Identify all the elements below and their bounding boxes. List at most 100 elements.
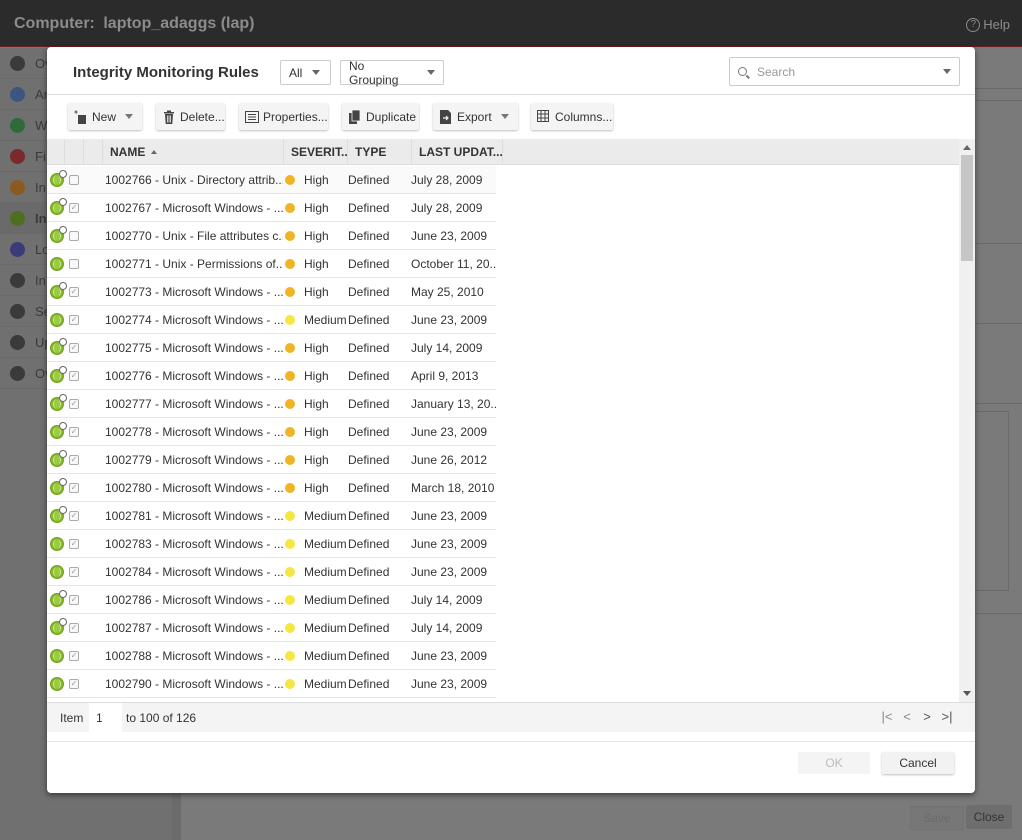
rule-last-updated: April 9, 2013: [411, 369, 479, 383]
properties-button[interactable]: Properties...: [239, 103, 328, 130]
rule-type: Defined: [348, 453, 390, 467]
search-placeholder[interactable]: Search: [757, 65, 933, 79]
row-checkbox[interactable]: ✓: [69, 427, 79, 437]
header-last-updated[interactable]: LAST UPDAT...: [412, 139, 503, 165]
row-checkbox[interactable]: ✓: [69, 623, 79, 633]
columns-button[interactable]: Columns...: [531, 103, 613, 130]
scroll-up-icon[interactable]: [963, 145, 971, 150]
ok-button[interactable]: OK: [798, 752, 870, 774]
duplicate-label: Duplicate: [366, 109, 417, 124]
background-save-button[interactable]: Save: [910, 806, 964, 830]
row-checkbox[interactable]: [69, 231, 79, 241]
grouping-dropdown[interactable]: No Grouping: [340, 59, 444, 87]
row-checkbox[interactable]: ✓: [69, 315, 79, 325]
rule-name: 1002787 - Microsoft Windows - ...: [105, 621, 283, 635]
scroll-down-icon[interactable]: [963, 691, 971, 696]
background-close-button[interactable]: Close: [966, 805, 1012, 829]
row-checkbox[interactable]: [69, 175, 79, 185]
rule-severity: Medium: [285, 306, 349, 334]
row-checkbox[interactable]: ✓: [69, 399, 79, 409]
table-row[interactable]: ✓ 1002777 - Microsoft Windows - ... High De…: [47, 390, 497, 418]
row-checkbox[interactable]: ✓: [69, 343, 79, 353]
header-type[interactable]: TYPE: [348, 139, 412, 165]
page-item-input[interactable]: [89, 703, 122, 733]
vertical-scrollbar[interactable]: [959, 139, 975, 702]
row-checkbox[interactable]: ✓: [69, 595, 79, 605]
row-checkbox[interactable]: ✓: [69, 679, 79, 689]
header-severity[interactable]: SEVERIT...: [284, 139, 348, 165]
row-checkbox[interactable]: ✓: [69, 287, 79, 297]
export-button[interactable]: Export: [433, 103, 518, 130]
rule-last-updated: July 28, 2009: [411, 173, 483, 187]
rule-last-updated: October 11, 20...: [411, 257, 497, 271]
row-checkbox[interactable]: ✓: [69, 567, 79, 577]
row-checkbox[interactable]: ✓: [69, 455, 79, 465]
help-link[interactable]: ? Help: [966, 17, 1010, 32]
rule-last-updated: June 26, 2012: [411, 453, 488, 467]
rule-severity: Medium: [285, 586, 349, 614]
new-icon: [74, 109, 88, 124]
table-row[interactable]: 1002766 - Unix - Directory attrib... High…: [47, 166, 496, 194]
rule-status-badge-icon: [59, 226, 67, 234]
table-row[interactable]: ✓ 1002774 - Microsoft Windows - ... Medium…: [47, 306, 496, 334]
row-checkbox[interactable]: ✓: [69, 539, 79, 549]
search-icon: [738, 67, 747, 76]
severity-dot-icon: [285, 623, 295, 633]
rule-name: 1002773 - Microsoft Windows - ...: [105, 285, 283, 299]
sidebar-item-label: In: [35, 272, 46, 288]
table-row[interactable]: 1002771 - Unix - Permissions of... High De…: [47, 250, 497, 278]
delete-button[interactable]: Delete...: [156, 103, 225, 130]
row-checkbox[interactable]: ✓: [69, 483, 79, 493]
next-page-icon[interactable]: >: [919, 709, 935, 725]
filter-value: All: [289, 65, 303, 80]
table-row[interactable]: ✓ 1002775 - Microsoft Windows - ... High De…: [47, 334, 496, 362]
integrity-rule-icon: [50, 565, 64, 579]
new-button[interactable]: New: [68, 103, 142, 130]
row-checkbox[interactable]: ✓: [69, 511, 79, 521]
rule-severity: High: [285, 250, 349, 278]
row-checkbox[interactable]: ✓: [69, 203, 79, 213]
row-checkbox[interactable]: ✓: [69, 651, 79, 661]
first-page-icon[interactable]: |<: [879, 709, 895, 725]
help-label: Help: [983, 17, 1010, 32]
sidebar-item-label: In: [35, 179, 46, 195]
table-row[interactable]: ✓ 1002778 - Microsoft Windows - ... High De…: [47, 418, 496, 446]
previous-page-icon[interactable]: <: [899, 709, 915, 725]
table-row[interactable]: ✓ 1002780 - Microsoft Windows - ... High De…: [47, 474, 496, 502]
rule-severity: Medium: [285, 670, 349, 698]
rule-name: 1002774 - Microsoft Windows - ...: [105, 313, 283, 327]
last-page-icon[interactable]: >|: [939, 709, 955, 725]
table-row[interactable]: ✓ 1002790 - Microsoft Windows - ... Medium…: [47, 670, 496, 698]
duplicate-button[interactable]: Duplicate: [342, 103, 419, 130]
table-row[interactable]: ✓ 1002788 - Microsoft Windows - ... Medium…: [47, 642, 496, 670]
table-row[interactable]: ✓ 1002784 - Microsoft Windows - ... Medium…: [47, 558, 496, 586]
table-row[interactable]: ✓ 1002783 - Microsoft Windows - ... Medium…: [47, 530, 496, 558]
rule-severity: High: [285, 166, 349, 194]
toolbar: New Delete... Properties... Duplicate Ex…: [47, 96, 975, 138]
row-checkbox[interactable]: ✓: [69, 371, 79, 381]
rule-type: Defined: [348, 425, 390, 439]
row-checkbox[interactable]: [69, 259, 79, 269]
table-row[interactable]: ✓ 1002773 - Microsoft Windows - ... High De…: [47, 278, 496, 306]
rule-name: 1002781 - Microsoft Windows - ...: [105, 509, 283, 523]
cancel-button[interactable]: Cancel: [882, 752, 954, 774]
search-field[interactable]: Search: [729, 57, 960, 86]
search-options-chevron-icon[interactable]: [943, 69, 951, 74]
rule-status-badge-icon: [59, 422, 67, 430]
filter-dropdown[interactable]: All: [280, 60, 331, 85]
properties-icon: [245, 110, 259, 124]
table-row[interactable]: ✓ 1002786 - Microsoft Windows - ... Medium…: [47, 586, 496, 614]
rule-severity: High: [285, 278, 349, 306]
integrity-rule-icon: [50, 478, 67, 495]
table-row[interactable]: ✓ 1002779 - Microsoft Windows - ... High De…: [47, 446, 496, 474]
table-row[interactable]: ✓ 1002776 - Microsoft Windows - ... High De…: [47, 362, 496, 390]
scrollbar-thumb[interactable]: [961, 155, 973, 261]
table-row[interactable]: 1002770 - Unix - File attributes c... Hig…: [47, 222, 496, 250]
table-row[interactable]: ✓ 1002787 - Microsoft Windows - ... Medium…: [47, 614, 496, 642]
table-row[interactable]: ✓ 1002781 - Microsoft Windows - ... Medium…: [47, 502, 496, 530]
interfaces-icon: [10, 272, 25, 288]
severity-dot-icon: [285, 427, 295, 437]
header-name[interactable]: NAME: [103, 139, 284, 165]
table-row[interactable]: ✓ 1002767 - Microsoft Windows - ... High De…: [47, 194, 496, 222]
rule-severity: High: [285, 474, 349, 502]
